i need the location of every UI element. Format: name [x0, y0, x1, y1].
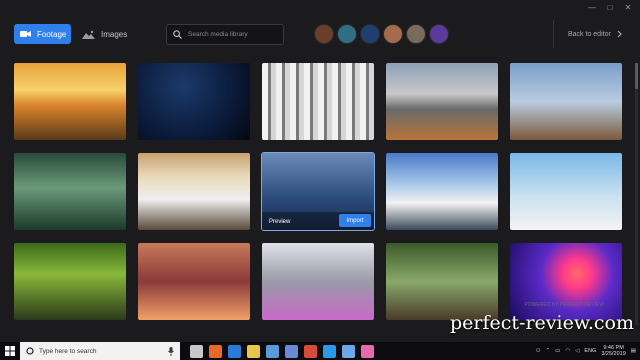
people-icon[interactable]: ⚇ [536, 348, 541, 354]
edge-icon[interactable] [228, 344, 241, 358]
wifi-icon[interactable]: ◠ [565, 348, 570, 354]
file-explorer-icon[interactable] [247, 344, 260, 358]
avatar-4[interactable] [383, 24, 403, 44]
tab-footage[interactable]: Footage [14, 24, 71, 44]
scrollbar-thumb[interactable] [635, 63, 638, 89]
windows-taskbar: Type here to search ⚇ ⌃ ▭ ◠ ◁ ENG 9:46 P… [0, 342, 640, 360]
chevron-right-icon [617, 30, 622, 38]
window-controls: — □ ✕ [586, 3, 634, 12]
taskbar-pinned-apps [190, 344, 374, 358]
back-to-editor-label: Back to editor [568, 30, 611, 38]
toolbar-divider [553, 20, 554, 48]
media-thumb-sunset-clouds[interactable] [14, 63, 126, 140]
tab-images[interactable]: Images [82, 24, 127, 44]
media-thumb-creek[interactable] [14, 243, 126, 320]
avatar-3[interactable] [360, 24, 380, 44]
avatar-5[interactable] [406, 24, 426, 44]
close-button[interactable]: ✕ [622, 3, 634, 12]
avatar-1[interactable] [314, 24, 334, 44]
media-thumb-mossy-waterfall[interactable] [386, 243, 498, 320]
firefox-icon[interactable] [209, 344, 222, 358]
video-camera-icon [20, 31, 31, 37]
chevron-up-icon[interactable]: ⌃ [546, 348, 551, 354]
import-button[interactable]: Import [339, 214, 371, 227]
language-indicator[interactable]: ENG [584, 348, 596, 354]
volume-icon[interactable]: ◁ [575, 348, 579, 354]
tab-images-label: Images [101, 29, 128, 39]
minimize-button[interactable]: — [586, 3, 598, 12]
media-thumb-mountain-valley[interactable] [386, 63, 498, 140]
media-thumb-snowy-ski-slope[interactable] [386, 153, 498, 230]
microphone-icon[interactable] [168, 346, 174, 356]
media-thumb-icicles[interactable] [262, 63, 374, 140]
media-thumb-purple-valley[interactable] [262, 243, 374, 320]
windows-logo-icon [5, 346, 15, 356]
app-window: — □ ✕ Footage Images Back to editor [0, 0, 640, 342]
camtasia-icon[interactable] [342, 344, 355, 358]
media-thumb-cliff-person[interactable] [510, 63, 622, 140]
action-center-icon[interactable]: ▤ [631, 348, 636, 354]
avatar-6[interactable] [429, 24, 449, 44]
avatar-2[interactable] [337, 24, 357, 44]
media-thumb-snowy-plain[interactable] [510, 153, 622, 230]
start-button[interactable] [0, 342, 20, 360]
clock[interactable]: 9:46 PM 3/25/2019 [601, 345, 625, 358]
media-thumb-starry-night[interactable] [138, 63, 250, 140]
battery-icon[interactable]: ▭ [555, 348, 560, 354]
media-thumb-snowy-forest-sunrise[interactable] [138, 153, 250, 230]
search-box[interactable] [166, 24, 284, 45]
system-tray: ⚇ ⌃ ▭ ◠ ◁ ENG 9:46 PM 3/25/2019 ▤ [536, 342, 636, 360]
tab-footage-label: Footage [37, 29, 67, 39]
top-toolbar: Footage Images Back to editor [0, 14, 640, 54]
media-thumb-ocean-wave[interactable] [14, 153, 126, 230]
mountain-image-icon [82, 30, 95, 39]
mail-icon[interactable] [285, 344, 298, 358]
task-view-icon[interactable] [190, 344, 203, 358]
taskbar-search[interactable]: Type here to search [20, 342, 180, 360]
media-thumb-ski-lift[interactable]: Preview Import [261, 152, 375, 231]
taskbar-search-placeholder: Type here to search [39, 347, 97, 355]
paint-icon[interactable] [361, 344, 374, 358]
watermark: perfect-review.com [450, 312, 634, 334]
back-to-editor-button[interactable]: Back to editor [568, 30, 622, 38]
collaborator-avatars [314, 24, 449, 44]
chrome-icon[interactable] [304, 344, 317, 358]
store-icon[interactable] [266, 344, 279, 358]
media-thumb-retro-sun-grid[interactable] [510, 243, 622, 320]
maximize-button[interactable]: □ [604, 3, 616, 12]
watermark-subtitle: POWERED BY PERFECT REVIEW [524, 302, 604, 308]
preview-button[interactable]: Preview [269, 219, 290, 225]
media-thumb-pink-mountains[interactable] [138, 243, 250, 320]
clock-date: 3/25/2019 [601, 351, 626, 357]
skype-icon[interactable] [323, 344, 336, 358]
scrollbar-track[interactable] [635, 63, 638, 325]
search-icon [173, 30, 182, 39]
search-input[interactable] [188, 31, 280, 38]
cortana-circle-icon [26, 347, 34, 355]
